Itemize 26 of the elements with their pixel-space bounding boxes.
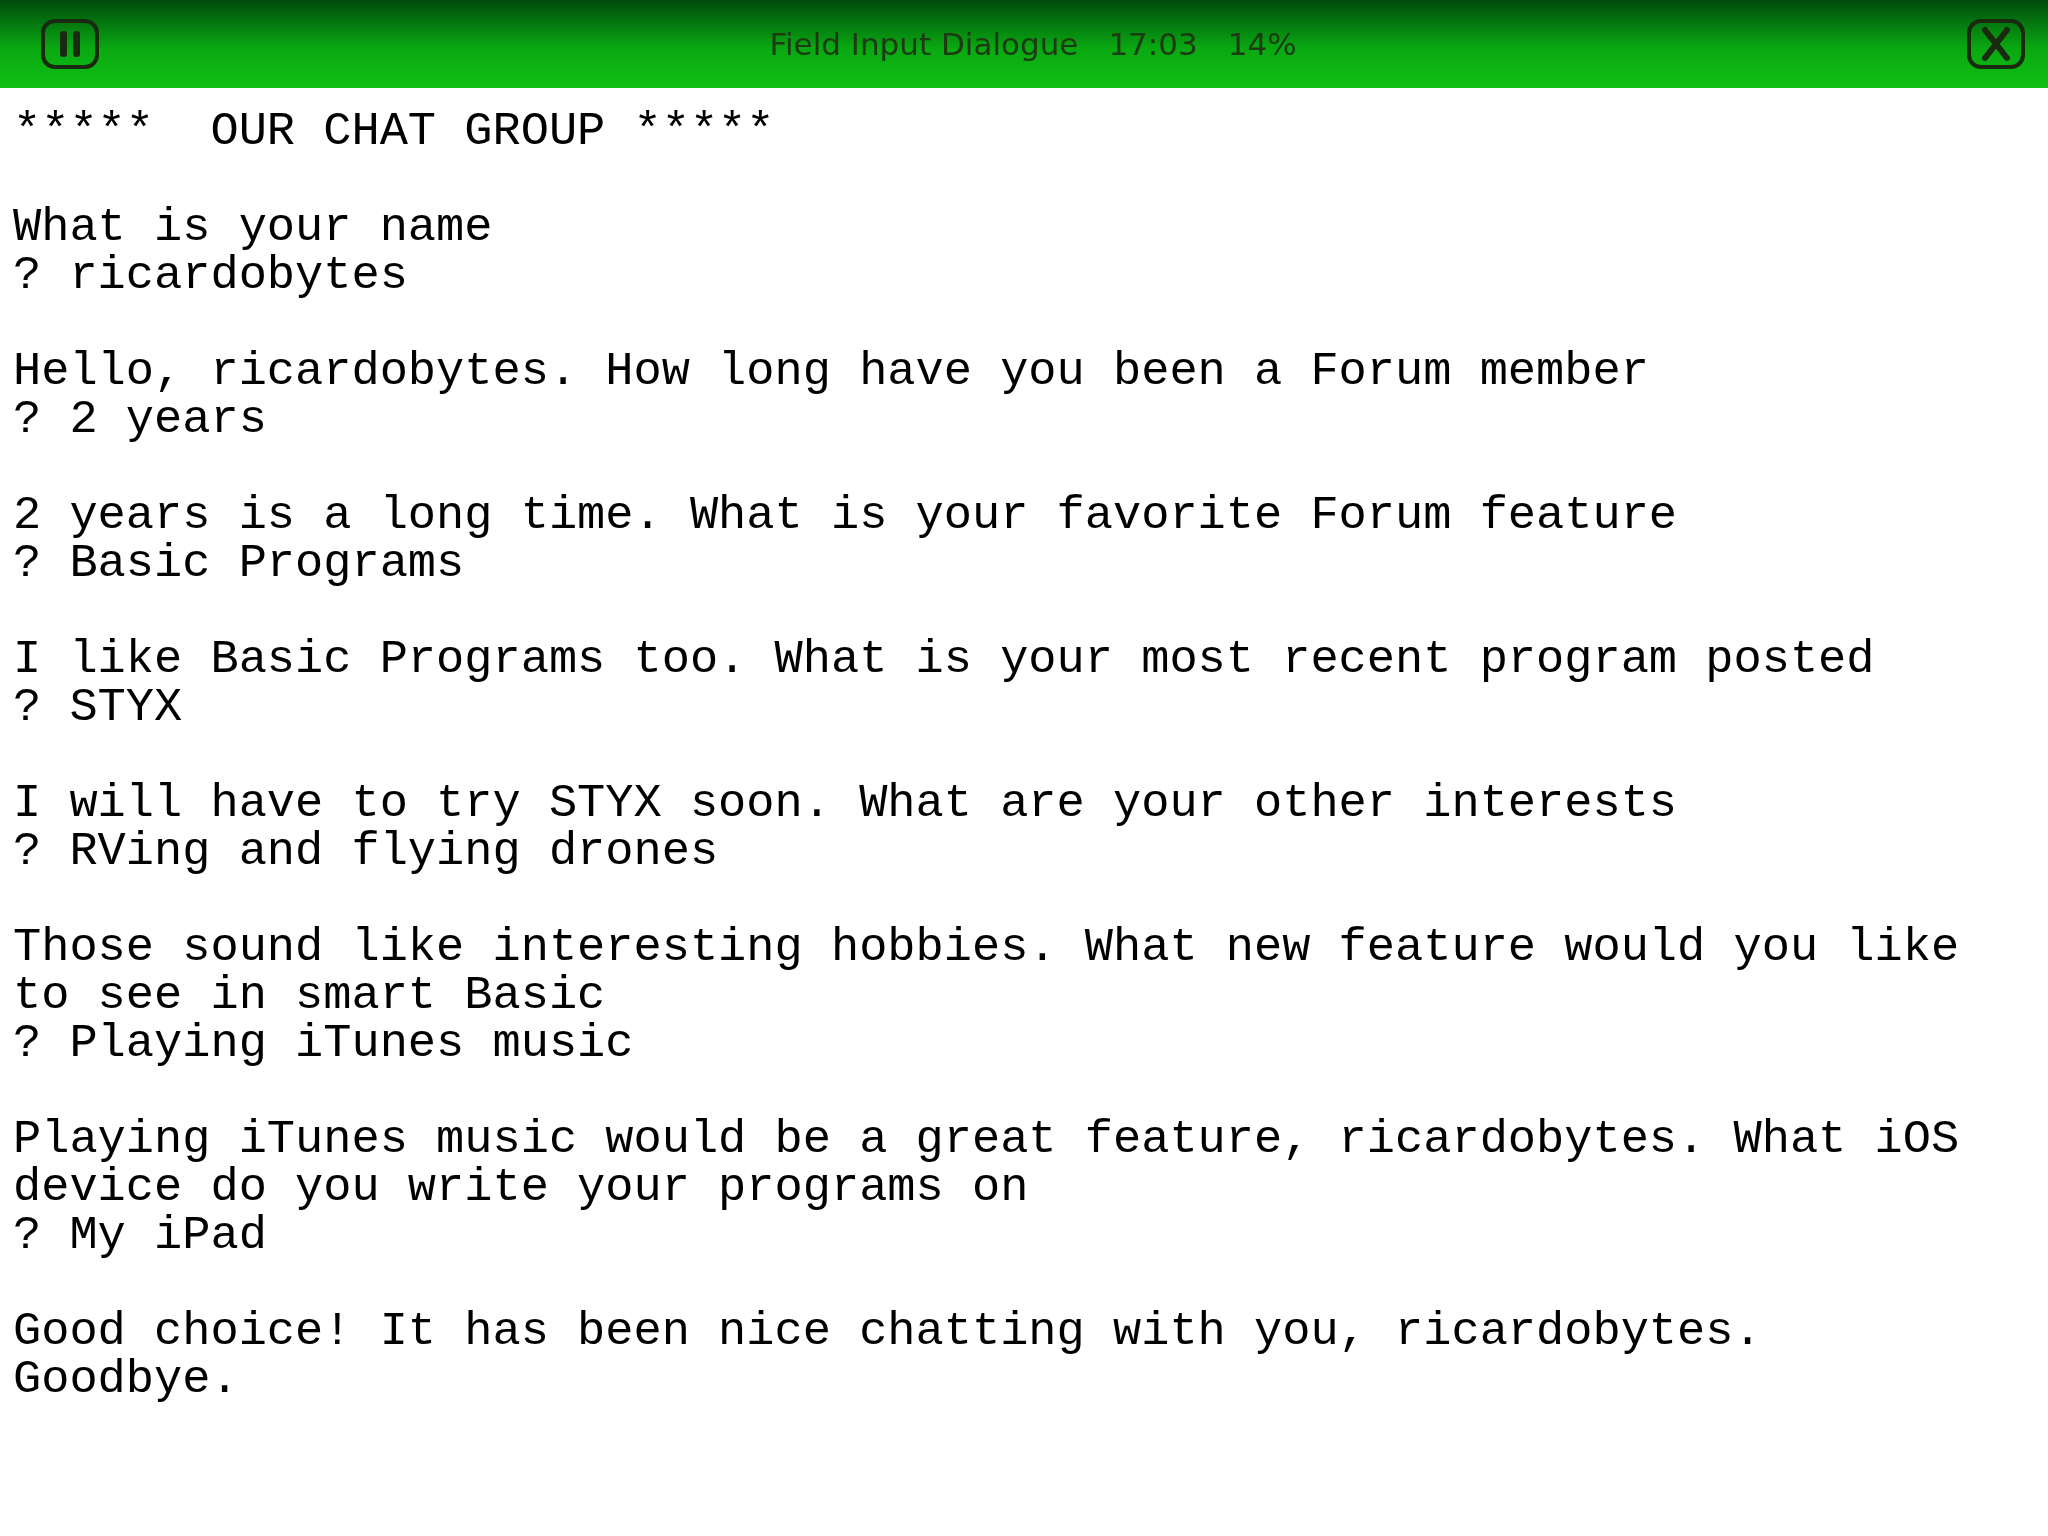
console-line: to see in smart Basic	[13, 972, 606, 1020]
console-line: device do you write your programs on	[13, 1164, 1029, 1212]
battery-level: 14%	[1227, 26, 1297, 62]
dialog-title: Field Input Dialogue	[769, 26, 1079, 62]
close-button[interactable]	[1966, 18, 2026, 70]
console-line: ? RVing and flying drones	[13, 828, 719, 876]
pause-button[interactable]	[40, 18, 100, 70]
close-icon	[1966, 18, 2026, 70]
pause-icon	[40, 18, 100, 70]
clock-time: 17:03	[1108, 26, 1198, 62]
console-line: ? My iPad	[13, 1212, 267, 1260]
console-line: I will have to try STYX soon. What are your other interests	[13, 780, 1678, 828]
console-line: 2 years is a long time. What is your favorite Forum feature	[13, 492, 1678, 540]
console-line: ? STYX	[13, 684, 183, 732]
console-line: Playing iTunes music would be a great feature, ricardobytes. What iOS	[13, 1116, 1960, 1164]
console-line: Hello, ricardobytes. How long have you been a Forum member	[13, 348, 1649, 396]
console-line: Goodbye.	[13, 1356, 239, 1404]
console-line: What is your name	[13, 204, 493, 252]
console-line: I like Basic Programs too. What is your most recent program posted	[13, 636, 1875, 684]
console-line: ***** OUR CHAT GROUP *****	[13, 108, 775, 156]
console-line: ? Playing iTunes music	[13, 1020, 634, 1068]
console-line: Those sound like interesting hobbies. What new feature would you like	[13, 924, 1960, 972]
console-line: ? ricardobytes	[13, 252, 408, 300]
console-line: ? 2 years	[13, 396, 267, 444]
console-line: Good choice! It has been nice chatting with you, ricardobytes.	[13, 1308, 1762, 1356]
console-line: ? Basic Programs	[13, 540, 465, 588]
